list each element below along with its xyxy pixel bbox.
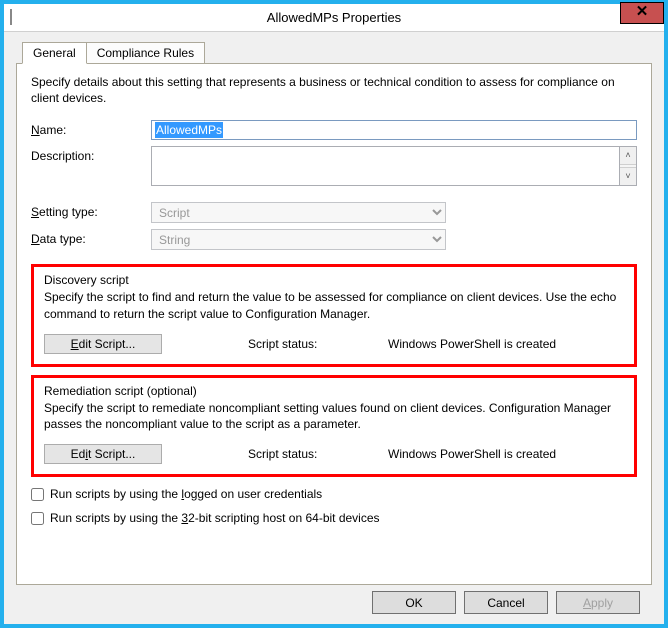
- 32bit-host-label: Run scripts by using the 32-bit scriptin…: [50, 511, 380, 525]
- scroll-up-icon[interactable]: ˄: [620, 147, 636, 165]
- ok-button[interactable]: OK: [372, 591, 456, 614]
- row-data-type: Data type: String: [31, 229, 637, 250]
- discovery-desc: Specify the script to find and return th…: [44, 289, 624, 321]
- data-type-select[interactable]: String: [151, 229, 446, 250]
- label-setting-type: Setting type:: [31, 202, 151, 219]
- window-frame: AllowedMPs Properties ✕ General Complian…: [0, 0, 668, 628]
- remediation-status-label: Script status:: [248, 447, 388, 461]
- label-name: Name:: [31, 120, 151, 137]
- row-32bit-host: Run scripts by using the 32-bit scriptin…: [31, 511, 637, 525]
- client-area: General Compliance Rules Specify details…: [4, 32, 664, 624]
- row-description: Description: ˄ ˅: [31, 146, 637, 186]
- description-scrollbar[interactable]: ˄ ˅: [620, 146, 637, 186]
- row-name: Name: AllowedMPs: [31, 120, 637, 140]
- discovery-title: Discovery script: [44, 273, 624, 287]
- remediation-title: Remediation script (optional): [44, 384, 624, 398]
- cancel-button[interactable]: Cancel: [464, 591, 548, 614]
- intro-text: Specify details about this setting that …: [31, 74, 637, 106]
- logged-on-creds-label: Run scripts by using the logged on user …: [50, 487, 322, 501]
- discovery-script-section: Discovery script Specify the script to f…: [31, 264, 637, 366]
- row-setting-type: Setting type: Script: [31, 202, 637, 223]
- remediation-edit-script-button[interactable]: Edit Script...: [44, 444, 162, 464]
- label-data-type: Data type:: [31, 229, 151, 246]
- setting-type-select[interactable]: Script: [151, 202, 446, 223]
- tab-general[interactable]: General: [22, 42, 87, 64]
- tab-strip: General Compliance Rules: [22, 42, 652, 64]
- dialog-footer: OK Cancel Apply: [16, 585, 652, 616]
- label-description: Description:: [31, 146, 151, 163]
- remediation-script-section: Remediation script (optional) Specify th…: [31, 375, 637, 477]
- title-bar: AllowedMPs Properties ✕: [4, 4, 664, 32]
- 32bit-host-checkbox[interactable]: [31, 512, 44, 525]
- logged-on-creds-checkbox[interactable]: [31, 488, 44, 501]
- name-value-selected: AllowedMPs: [155, 122, 223, 138]
- apply-button: Apply: [556, 591, 640, 614]
- remediation-desc: Specify the script to remediate noncompl…: [44, 400, 624, 432]
- row-logged-on-creds: Run scripts by using the logged on user …: [31, 487, 637, 501]
- remediation-status-value: Windows PowerShell is created: [388, 447, 556, 461]
- name-input[interactable]: AllowedMPs: [151, 120, 637, 140]
- description-textarea[interactable]: [151, 146, 620, 186]
- discovery-status-label: Script status:: [248, 337, 388, 351]
- tab-compliance-rules[interactable]: Compliance Rules: [86, 42, 205, 64]
- tab-panel-general: Specify details about this setting that …: [16, 63, 652, 585]
- scroll-down-icon[interactable]: ˅: [620, 167, 636, 185]
- discovery-edit-script-button[interactable]: Edit Script...: [44, 334, 162, 354]
- discovery-status-value: Windows PowerShell is created: [388, 337, 556, 351]
- close-button[interactable]: ✕: [620, 2, 664, 24]
- tab-general-label: General: [33, 46, 76, 60]
- close-icon: ✕: [636, 3, 649, 20]
- window-title: AllowedMPs Properties: [4, 10, 664, 25]
- tab-compliance-label: Compliance Rules: [97, 46, 194, 60]
